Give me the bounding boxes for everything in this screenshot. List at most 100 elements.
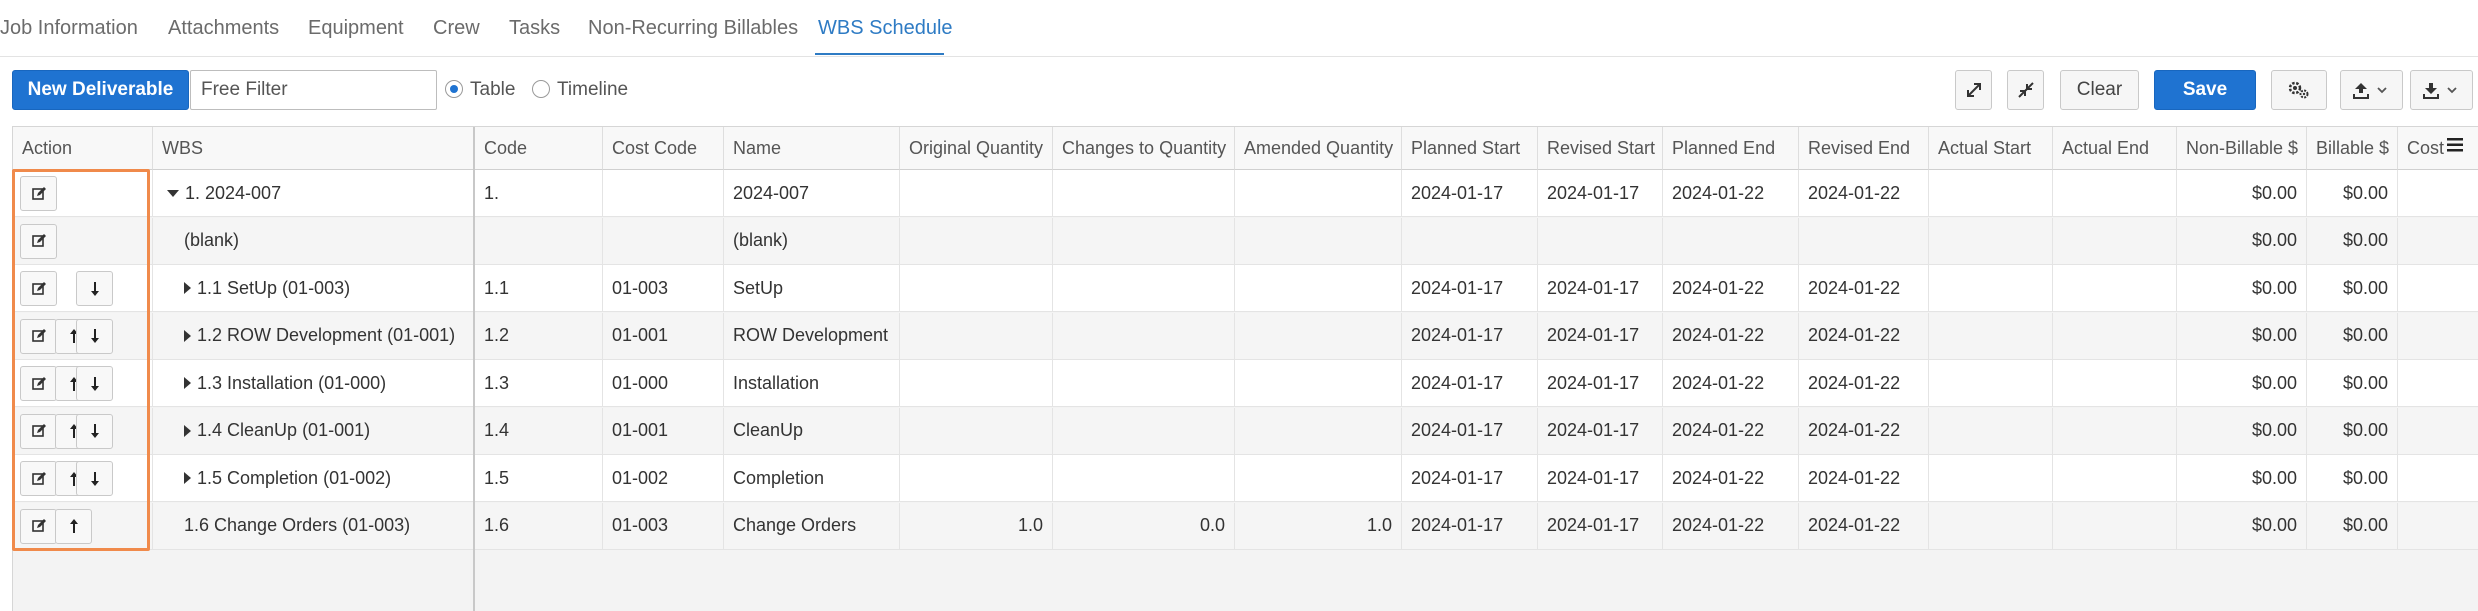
cell-name: Change Orders (724, 502, 900, 549)
table-row[interactable]: 1.4 CleanUp (01-001) 1.4 01-001 CleanUp 2024… (13, 407, 2478, 455)
edit-button[interactable] (20, 176, 57, 211)
edit-icon (31, 186, 46, 200)
cell-cost-code: 01-003 (603, 265, 724, 311)
edit-button[interactable] (20, 413, 57, 449)
cell-cost (2398, 218, 2478, 264)
expand-caret-icon[interactable] (184, 329, 191, 342)
cell-code: 1.3 (475, 360, 603, 406)
cell-code: 1.6 (475, 502, 603, 549)
cell-code: 1.4 (475, 407, 603, 454)
column-header-name[interactable]: Name (724, 127, 900, 170)
tab-crew[interactable]: Crew (433, 17, 480, 40)
column-header-wbs[interactable]: WBS (153, 127, 475, 170)
column-header-cost-code[interactable]: Cost Code (603, 127, 724, 170)
view-table-radio[interactable] (445, 80, 463, 98)
edit-button[interactable] (20, 461, 57, 496)
view-timeline-label[interactable]: Timeline (557, 79, 628, 101)
move-down-button[interactable] (76, 366, 113, 401)
expand-all-button[interactable] (1955, 70, 1992, 110)
tab-wbs-schedule[interactable]: WBS Schedule (818, 17, 953, 40)
tab-attachments[interactable]: Attachments (168, 17, 279, 40)
cell-original-quantity (900, 407, 1053, 454)
column-header-changes-to-quantity[interactable]: Changes to Quantity (1053, 127, 1235, 170)
edit-button[interactable] (20, 508, 57, 544)
move-down-button[interactable] (76, 413, 113, 449)
tab-tasks[interactable]: Tasks (509, 17, 560, 40)
upload-dropdown-button[interactable] (2340, 70, 2403, 110)
column-header-cost[interactable]: Cost (2398, 127, 2478, 170)
collapse-caret-icon[interactable] (167, 189, 179, 197)
column-header-planned-start[interactable]: Planned Start (1402, 127, 1538, 170)
cell-cost-code (603, 217, 724, 264)
column-header-action[interactable]: Action (13, 127, 153, 170)
cell-actual-start (1929, 170, 2053, 216)
move-down-button[interactable] (76, 271, 113, 306)
cell-name: SetUp (724, 265, 900, 311)
column-header-actual-end[interactable]: Actual End (2053, 127, 2177, 170)
cell-planned-start: 2024-01-17 (1402, 265, 1538, 311)
edit-button[interactable] (20, 223, 57, 259)
table-row[interactable]: 1.2 ROW Development (01-001) 1.2 01-001 ROW… (13, 312, 2478, 360)
clear-button[interactable]: Clear (2060, 70, 2139, 110)
save-button[interactable]: Save (2154, 70, 2256, 110)
expand-caret-icon[interactable] (184, 472, 191, 484)
cell-non-billable: $0.00 (2177, 360, 2307, 406)
column-header-non-billable[interactable]: Non-Billable $ (2177, 127, 2307, 170)
expand-caret-icon[interactable] (184, 424, 191, 437)
cell-cost-code (603, 170, 724, 216)
tab-job-information[interactable]: Job Information (0, 17, 138, 40)
cell-revised-start: 2024-01-17 (1538, 407, 1663, 454)
edit-button[interactable] (20, 271, 57, 306)
cell-non-billable: $0.00 (2177, 502, 2307, 549)
cell-wbs: 1.5 Completion (01-002) (153, 455, 475, 501)
view-table-label[interactable]: Table (470, 79, 515, 101)
column-header-billable[interactable]: Billable $ (2307, 127, 2398, 170)
tab-equipment[interactable]: Equipment (308, 17, 404, 40)
cell-planned-start: 2024-01-17 (1402, 455, 1538, 501)
column-header-code[interactable]: Code (475, 127, 603, 170)
column-header-planned-end[interactable]: Planned End (1663, 127, 1799, 170)
column-header-revised-start[interactable]: Revised Start (1538, 127, 1663, 170)
table-row[interactable]: 1.6 Change Orders (01-003) 1.6 01-003 Chang… (13, 502, 2478, 550)
settings-button[interactable] (2271, 70, 2327, 110)
edit-icon (31, 519, 46, 532)
cell-revised-end: 2024-01-22 (1799, 407, 1929, 454)
expand-caret-icon[interactable] (184, 282, 191, 294)
column-header-revised-end[interactable]: Revised End (1799, 127, 1929, 170)
expand-caret-icon[interactable] (184, 377, 191, 389)
move-up-button[interactable] (55, 508, 92, 544)
cell-planned-end: 2024-01-22 (1663, 407, 1799, 454)
column-header-original-quantity[interactable]: Original Quantity (900, 127, 1053, 170)
free-filter-input[interactable] (190, 70, 437, 110)
view-timeline-radio[interactable] (532, 80, 550, 98)
table-row[interactable]: 1.1 SetUp (01-003) 1.1 01-003 SetUp 2024-01-… (13, 265, 2478, 312)
cell-action (13, 170, 153, 216)
wbs-label: 1. 2024-007 (185, 182, 282, 203)
cell-revised-start: 2024-01-17 (1538, 265, 1663, 311)
edit-button[interactable] (20, 366, 57, 401)
tab-non-recurring-billables[interactable]: Non-Recurring Billables (588, 17, 798, 40)
cell-original-quantity (900, 265, 1053, 311)
cell-cost-code: 01-002 (603, 455, 724, 501)
settings-icon (2288, 81, 2309, 99)
column-header-actual-start[interactable]: Actual Start (1929, 127, 2053, 170)
column-header-amended-quantity[interactable]: Amended Quantity (1235, 127, 1402, 170)
edit-button[interactable] (20, 318, 57, 354)
table-row[interactable]: 1.3 Installation (01-000) 1.3 01-000 Instal… (13, 360, 2478, 407)
cell-actual-end (2053, 455, 2177, 501)
move-down-button[interactable] (76, 461, 113, 496)
edit-icon (31, 471, 46, 485)
table-row[interactable]: (blank) (blank) $0.00 $0.00 (13, 217, 2478, 265)
cell-revised-end: 2024-01-22 (1799, 312, 1929, 359)
move-down-button[interactable] (76, 318, 113, 354)
cell-actual-end (2053, 312, 2177, 359)
cell-revised-end: 2024-01-22 (1799, 265, 1929, 311)
cell-revised-start: 2024-01-17 (1538, 170, 1663, 216)
column-menu-button[interactable] (2445, 136, 2465, 159)
new-deliverable-button[interactable]: New Deliverable (12, 70, 189, 110)
table-row[interactable]: 1.5 Completion (01-002) 1.5 01-002 Completi… (13, 455, 2478, 502)
download-dropdown-button[interactable] (2410, 70, 2473, 110)
cell-non-billable: $0.00 (2177, 217, 2307, 264)
table-row[interactable]: 1. 2024-007 1. 2024-007 2024-01-17 2024-01-1… (13, 170, 2478, 217)
collapse-all-button[interactable] (2007, 70, 2044, 110)
